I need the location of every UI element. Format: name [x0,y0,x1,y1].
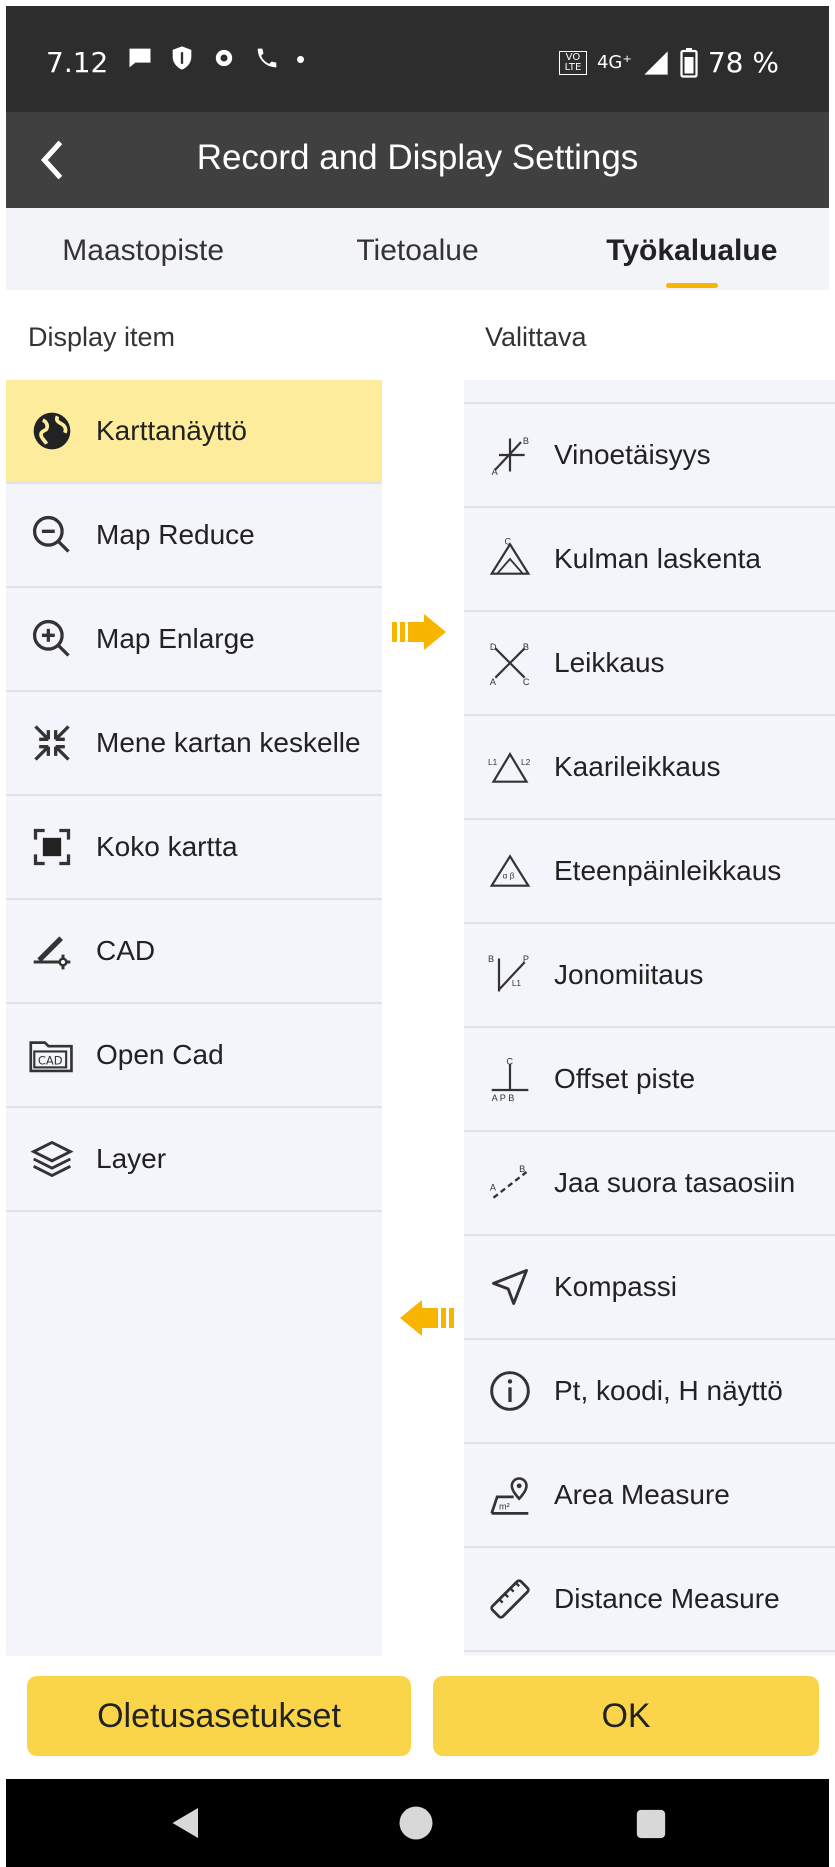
tab-bar: Maastopiste Tietoalue Työkalualue [6,208,829,290]
cad-draw-icon [24,923,80,979]
available-items-list[interactable]: BA Vinoetäisyys C Kulman laskenta DBAC L… [464,380,835,1656]
volte-icon: VO LTE [558,50,587,75]
available-item-offset-piste[interactable]: CA P B Offset piste [464,1028,835,1132]
display-item-center-map[interactable]: Mene kartan keskelle [6,692,382,796]
display-item-cad[interactable]: CAD [6,900,382,1004]
svg-text:P: P [523,954,529,964]
display-item-map-reduce[interactable]: Map Reduce [6,484,382,588]
battery-icon [680,47,698,78]
app-bar: Record and Display Settings [6,112,829,208]
available-item-kulman-laskenta[interactable]: C Kulman laskenta [464,508,835,612]
signal-icon [644,50,668,75]
notification-dot-icon: • [296,44,306,74]
svg-text:L2: L2 [521,758,531,767]
zoom-out-icon [24,507,80,563]
svg-text:A: A [492,467,499,477]
status-bar: 7.12 • VO LTE 4G⁺ 78 % [6,6,829,112]
tab-maastopiste[interactable]: Maastopiste [6,208,280,290]
move-left-arrow-icon[interactable] [392,1296,454,1340]
available-item-eteenpainleikkaus[interactable]: α β Eteenpäinleikkaus [464,820,835,924]
navigation-bar [6,1779,829,1867]
area-measure-icon: m² [482,1467,538,1523]
offset-line-icon: B P L1 [482,947,538,1003]
zoom-in-icon [24,611,80,667]
page-title: Record and Display Settings [196,138,639,177]
svg-text:m²: m² [499,1502,510,1512]
ok-button[interactable]: OK [433,1676,819,1756]
available-item-area-measure[interactable]: m² Area Measure [464,1444,835,1548]
open-cad-folder-icon: CAD [24,1027,80,1083]
call-forward-icon [257,48,277,68]
compass-icon [482,1259,538,1315]
available-item-leikkaus[interactable]: DBAC Leikkaus [464,612,835,716]
home-circle-icon[interactable] [398,1805,434,1841]
svg-text:B: B [488,954,494,964]
svg-text:CAD: CAD [38,1054,63,1068]
shield-icon [172,46,192,70]
svg-text:B: B [523,436,529,446]
recents-square-icon[interactable] [634,1807,668,1841]
available-item-kompassi[interactable]: Kompassi [464,1236,835,1340]
intersection-icon: D B A C [482,635,538,691]
available-item-pt-koodi[interactable]: Pt, koodi, H näyttö [464,1340,835,1444]
gear-icon [215,49,233,67]
svg-text:B: B [519,1164,525,1174]
svg-text:A: A [490,677,497,685]
display-item-map-enlarge[interactable]: Map Enlarge [6,588,382,692]
defaults-button[interactable]: Oletusasetukset [27,1676,411,1756]
tab-indicator [665,283,718,288]
offset-point-icon: C A P B [482,1051,538,1107]
ruler-icon [482,1571,538,1627]
display-items-list[interactable]: Karttanäyttö Map Reduce Map Enlarge Mene… [6,380,382,1656]
slope-distance-icon: BA [482,427,538,483]
tab-tietoalue[interactable]: Tietoalue [280,208,554,290]
svg-text:A P B: A P B [492,1093,515,1101]
forward-intersection-icon: α β [482,843,538,899]
back-triangle-icon[interactable] [168,1805,204,1841]
network-type: 4G⁺ [596,52,632,73]
chat-bubble-icon [129,48,151,68]
info-icon [482,1363,538,1419]
tab-tyokalualue[interactable]: Työkalualue [555,208,829,290]
list-item-partial [464,380,835,404]
layers-icon [24,1131,80,1187]
available-item-jonomiitaus[interactable]: B P L1 Jonomiitaus [464,924,835,1028]
svg-text:C: C [505,537,512,546]
svg-text:L1: L1 [512,979,522,988]
svg-text:A: A [490,1182,497,1192]
available-header: Valittava [485,322,587,352]
move-right-arrow-icon[interactable] [392,610,454,654]
available-item-jaa-suora[interactable]: BA Jaa suora tasaosiin [464,1132,835,1236]
battery-percent: 78 % [707,46,779,79]
available-item-kaarileikkaus[interactable]: L1 L2 Kaarileikkaus [464,716,835,820]
svg-text:C: C [523,677,530,685]
angle-calc-icon: C [482,531,538,587]
available-item-distance-measure[interactable]: Distance Measure [464,1548,835,1652]
display-item-header: Display item [28,322,176,352]
full-extent-icon [24,819,80,875]
divide-line-icon: BA [482,1155,538,1211]
svg-text:D: D [490,642,497,652]
available-item-vinoetaisyys[interactable]: BA Vinoetäisyys [464,404,835,508]
arc-intersection-icon: L1 L2 [482,739,538,795]
display-item-full-map[interactable]: Koko kartta [6,796,382,900]
display-item-karttanaytto[interactable]: Karttanäyttö [6,380,382,484]
status-time: 7.12 [46,46,109,79]
svg-text:C: C [506,1057,513,1066]
center-map-icon [24,715,80,771]
display-item-open-cad[interactable]: CAD Open Cad [6,1004,382,1108]
svg-text:α β: α β [503,871,515,880]
globe-icon [24,403,80,459]
display-item-layer[interactable]: Layer [6,1108,382,1212]
svg-text:L1: L1 [488,758,498,767]
svg-text:B: B [523,642,529,652]
